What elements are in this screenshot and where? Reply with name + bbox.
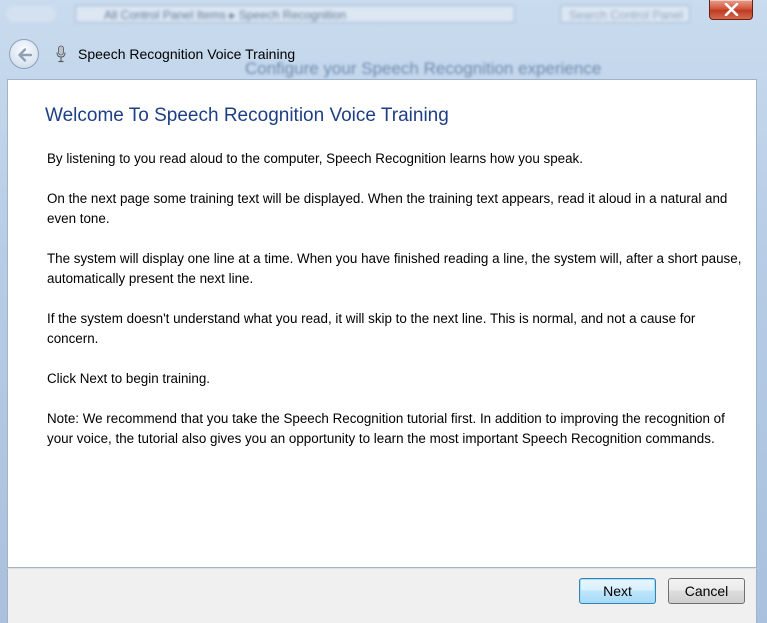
instructions-text: By listening to you read aloud to the co…: [47, 149, 747, 469]
paragraph: By listening to you read aloud to the co…: [47, 151, 583, 166]
paragraph: On the next page some training text will…: [47, 191, 728, 226]
background-nav-buttons: [6, 6, 56, 22]
paragraph: Click Next to begin training.: [47, 371, 210, 386]
button-bar: Next Cancel: [7, 568, 757, 623]
cancel-button[interactable]: Cancel: [668, 578, 745, 604]
background-search-box: Search Control Panel: [560, 5, 690, 23]
close-icon: [724, 3, 739, 16]
back-button[interactable]: [9, 39, 39, 69]
paragraph: The system will display one line at a ti…: [47, 251, 742, 286]
dialog-window: All Control Panel Items ▸ Speech Recogni…: [0, 0, 767, 623]
background-heading: Configure your Speech Recognition experi…: [245, 59, 602, 78]
background-address-bar: All Control Panel Items ▸ Speech Recogni…: [75, 5, 515, 23]
paragraph: If the system doesn't understand what yo…: [47, 311, 696, 346]
microphone-icon: [56, 45, 66, 63]
background-control-panel-toolbar: All Control Panel Items ▸ Speech Recogni…: [0, 0, 767, 30]
paragraph: Note: We recommend that you take the Spe…: [47, 411, 725, 446]
close-button[interactable]: [709, 0, 753, 20]
window-title: Speech Recognition Voice Training: [78, 46, 296, 62]
page-heading: Welcome To Speech Recognition Voice Trai…: [45, 105, 449, 126]
next-button[interactable]: Next: [579, 578, 656, 604]
content-panel: Welcome To Speech Recognition Voice Trai…: [7, 79, 757, 568]
back-arrow-icon: [18, 48, 33, 62]
